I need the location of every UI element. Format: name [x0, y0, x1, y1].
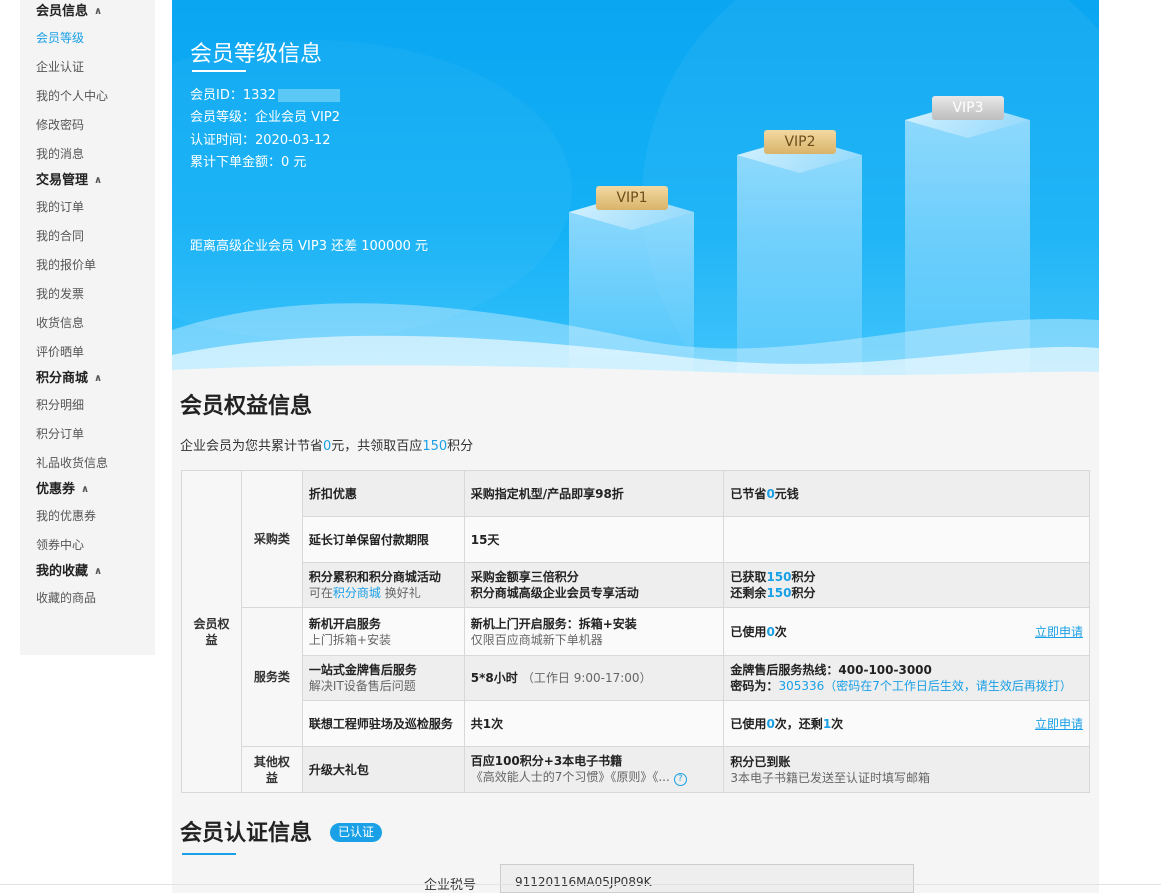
- benefit-status: 金牌售后服务热线：400-100-3000 密码为：305336（密码在7个工作…: [723, 655, 1090, 701]
- sidebar-group-label: 积分商城: [36, 371, 89, 386]
- category-service: 服务类: [240, 607, 303, 747]
- benefit-status: 积分已到账 3本电子书籍已发送至认证时填写邮箱: [723, 746, 1090, 793]
- sidebar-item[interactable]: 我的优惠券: [20, 502, 155, 531]
- tax-id-field[interactable]: 91120116MA05JP089K: [500, 864, 914, 893]
- benefit-status: 已使用0次 立即申请: [723, 607, 1090, 656]
- main-content: 会员等级信息 会员ID：1332 会员等级：企业会员 VIP2 认证时间：202…: [172, 0, 1099, 893]
- chevron-up-icon[interactable]: ∧: [94, 0, 102, 24]
- vip1-badge: VIP1: [596, 186, 668, 210]
- title-underline: [192, 70, 246, 72]
- sidebar-group-label: 优惠券: [36, 482, 76, 497]
- benefit-desc: 采购金额享三倍积分 积分商城高级企业会员专享活动: [463, 562, 725, 608]
- chevron-up-icon[interactable]: ∧: [94, 169, 102, 193]
- sidebar-item[interactable]: 我的合同: [20, 222, 155, 251]
- certified-badge: 已认证: [330, 823, 383, 842]
- benefit-status: 已节省0元钱: [723, 470, 1090, 517]
- benefit-status: [723, 516, 1090, 563]
- sidebar-group[interactable]: 会员信息 ∧: [20, 0, 155, 24]
- banner-title: 会员等级信息: [190, 42, 323, 67]
- benefits-table: 会员权益 采购类 折扣优惠 采购指定机型/产品即享98折 已节省0元钱 延长订单…: [181, 470, 1090, 793]
- sidebar-item[interactable]: 评价晒单: [20, 338, 155, 367]
- sidebar-group[interactable]: 积分商城 ∧: [20, 367, 155, 391]
- sidebar-group[interactable]: 优惠券 ∧: [20, 478, 155, 502]
- title-underline: [182, 853, 236, 855]
- apply-button[interactable]: 立即申请: [1035, 716, 1083, 732]
- vip3-badge: VIP3: [932, 96, 1004, 120]
- sidebar-item[interactable]: 我的发票: [20, 280, 155, 309]
- table-row: 延长订单保留付款期限 15天: [182, 516, 1090, 563]
- benefit-desc: 15天: [463, 516, 725, 563]
- sidebar-group[interactable]: 我的收藏 ∧: [20, 560, 155, 584]
- chevron-up-icon[interactable]: ∧: [94, 560, 102, 584]
- sidebar-group-label: 我的收藏: [36, 564, 89, 579]
- benefit-status: 已获取150积分 还剩余150积分: [723, 562, 1090, 608]
- vip2-badge: VIP2: [764, 130, 836, 154]
- benefit-name: 一站式金牌售后服务 解决IT设备售后问题: [301, 655, 465, 701]
- benefit-name: 新机开启服务 上门拆箱+安装: [301, 607, 465, 656]
- sidebar-item[interactable]: 积分明细: [20, 391, 155, 420]
- benefit-desc: 采购指定机型/产品即享98折: [463, 470, 725, 517]
- benefit-desc: 百应100积分+3本电子书籍 《高效能人士的7个习惯》《原则》《...?: [463, 746, 725, 793]
- member-level: 会员等级：企业会员 VIP2: [190, 110, 340, 125]
- sidebar-item[interactable]: 修改密码: [20, 111, 155, 140]
- sidebar-item[interactable]: 会员等级: [20, 24, 155, 53]
- page-bottom-divider: [0, 884, 1161, 885]
- sidebar-item[interactable]: 收藏的商品: [20, 584, 155, 613]
- benefit-status: 已使用0次，还剩1次 立即申请: [723, 700, 1090, 747]
- points-mall-link[interactable]: 积分商城: [333, 586, 381, 600]
- chevron-up-icon[interactable]: ∧: [94, 367, 102, 391]
- category-other: 其他权益: [240, 746, 303, 793]
- sidebar-item[interactable]: 领券中心: [20, 531, 155, 560]
- benefit-desc: 5*8小时 （工作日 9:00-17:00）: [463, 655, 725, 701]
- table-row: 服务类 新机开启服务 上门拆箱+安装 新机上门开启服务：拆箱+安装 仅限百应商城新下…: [182, 607, 1090, 747]
- sidebar-group-label: 交易管理: [36, 173, 89, 188]
- apply-button[interactable]: 立即申请: [1035, 624, 1083, 640]
- chevron-up-icon[interactable]: ∧: [81, 478, 89, 502]
- help-icon[interactable]: ?: [673, 773, 687, 786]
- benefits-title: 会员权益信息: [180, 394, 313, 419]
- benefit-name: 延长订单保留付款期限: [301, 516, 465, 563]
- member-level-line: 会员等级：企业会员 VIP2: [190, 106, 340, 125]
- masked-id: [277, 89, 340, 102]
- sidebar-group[interactable]: 交易管理 ∧: [20, 169, 155, 193]
- cert-time: 认证时间：2020-03-12: [190, 133, 331, 148]
- sidebar-item[interactable]: 礼品收货信息: [20, 449, 155, 478]
- category-purchase: 采购类: [240, 470, 303, 608]
- benefit-name: 升级大礼包: [301, 746, 465, 793]
- sidebar-item[interactable]: 企业认证: [20, 53, 155, 82]
- sidebar-item[interactable]: 积分订单: [20, 420, 155, 449]
- benefit-name: 积分累积和积分商城活动 可在积分商城 换好礼: [301, 562, 465, 608]
- benefit-name: 折扣优惠: [301, 470, 465, 517]
- remaining-to-next-level: 距离高级企业会员 VIP3 还差 100000 元: [190, 239, 428, 254]
- table-row: 会员权益 采购类 折扣优惠 采购指定机型/产品即享98折 已节省0元钱: [181, 470, 1090, 793]
- total-amount: 累计下单金额：0 元: [190, 155, 307, 170]
- benefits-summary: 企业会员为您共累计节省0元，共领取百应150积分: [180, 439, 474, 454]
- sidebar-list: 会员信息 ∧ 会员等级 企业认证 我的个人中心 修改密码 我的消息 交易管理 ∧ 我的订单 我的合同…: [20, 0, 155, 613]
- certification-title: 会员认证信息: [180, 821, 313, 846]
- table-row: 联想工程师驻场及巡检服务 共1次 已使用0次，还剩1次 立即申请: [182, 700, 1090, 747]
- member-level-banner: 会员等级信息 会员ID：1332 会员等级：企业会员 VIP2 认证时间：202…: [172, 0, 1099, 380]
- member-id: 会员ID：1332: [190, 88, 276, 103]
- sidebar-item[interactable]: 我的订单: [20, 193, 155, 222]
- sidebar-group-label: 会员信息: [36, 4, 89, 19]
- sidebar-item[interactable]: 我的消息: [20, 140, 155, 169]
- wave-decoration: [172, 303, 1099, 380]
- member-id-line: 会员ID：1332: [190, 84, 340, 103]
- sidebar-item[interactable]: 收货信息: [20, 309, 155, 338]
- sidebar: 会员信息 ∧ 会员等级 企业认证 我的个人中心 修改密码 我的消息 交易管理 ∧ 我的订单 我的合同…: [20, 0, 155, 655]
- table-row: 一站式金牌售后服务 解决IT设备售后问题 5*8小时 （工作日 9:00-17:0…: [182, 655, 1090, 701]
- benefit-name: 联想工程师驻场及巡检服务: [301, 700, 465, 747]
- benefit-desc: 新机上门开启服务：拆箱+安装 仅限百应商城新下单机器: [463, 607, 725, 656]
- sidebar-item[interactable]: 我的个人中心: [20, 82, 155, 111]
- benefit-desc: 共1次: [463, 700, 725, 747]
- table-row: 其他权益 升级大礼包 百应100积分+3本电子书籍 《高效能人士的7个习惯》《原…: [182, 746, 1090, 793]
- sidebar-item[interactable]: 我的报价单: [20, 251, 155, 280]
- table-row: 积分累积和积分商城活动 可在积分商城 换好礼 采购金额享三倍积分 积分商城高级企业…: [182, 562, 1090, 608]
- row-header-member-benefits: 会员权益: [181, 470, 242, 793]
